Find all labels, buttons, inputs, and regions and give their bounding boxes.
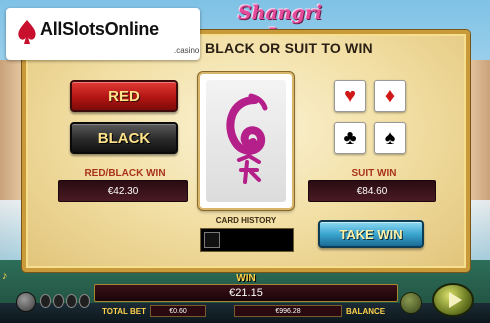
suit-spade-button[interactable]: ♠ [374, 122, 406, 154]
card-back [206, 80, 286, 202]
black-button[interactable]: BLACK [70, 122, 178, 154]
card-history-slot [204, 232, 220, 248]
chip-icon [66, 294, 77, 308]
suit-diamond-button[interactable]: ♦ [374, 80, 406, 112]
heart-icon: ♥ [344, 84, 356, 107]
total-bet-label: TOTAL BET [102, 307, 146, 316]
take-win-button[interactable]: TAKE WIN [318, 220, 424, 248]
play-icon [448, 292, 462, 308]
suit-win-label: SUIT WIN [351, 168, 397, 179]
suit-win-value: €84.60 [308, 180, 436, 202]
gamble-card [198, 72, 294, 210]
chip-icon [40, 294, 51, 308]
sound-icon[interactable]: ♪ [2, 270, 16, 284]
card-history-label: CARD HISTORY [215, 216, 277, 225]
bet-chips[interactable] [40, 294, 92, 308]
spade-logo-icon [18, 20, 36, 44]
spin-button[interactable] [432, 283, 474, 317]
menu-button[interactable] [16, 292, 36, 312]
watermark-subtext: .casino [174, 46, 200, 55]
diamond-icon: ♦ [384, 84, 396, 107]
card-history-strip [200, 228, 294, 252]
suit-heart-button[interactable]: ♥ [334, 80, 366, 112]
total-bet-value: €0.60 [150, 305, 206, 317]
chip-icon [53, 294, 64, 308]
balance-label: BALANCE [346, 307, 386, 316]
red-black-win-value: €42.30 [58, 180, 188, 202]
spade-icon: ♠ [384, 126, 396, 149]
watermark-badge: AllSlotsOnline .casino [6, 8, 200, 60]
chip-icon [79, 294, 90, 308]
gamble-heading: BLACK OR SUIT TO WIN [205, 40, 373, 56]
autoplay-button[interactable] [400, 292, 422, 314]
suit-club-button[interactable]: ♣ [334, 122, 366, 154]
win-value: €21.15 [94, 284, 398, 302]
watermark-text: AllSlotsOnline [40, 19, 159, 39]
card-swirl-icon [226, 93, 268, 184]
red-black-win-label: RED/BLACK WIN [84, 168, 166, 179]
club-icon: ♣ [343, 126, 357, 149]
win-label: WIN [236, 273, 256, 284]
game-logo: Shangri La [237, 2, 323, 46]
balance-value: €996.28 [234, 305, 342, 317]
red-button[interactable]: RED [70, 80, 178, 112]
